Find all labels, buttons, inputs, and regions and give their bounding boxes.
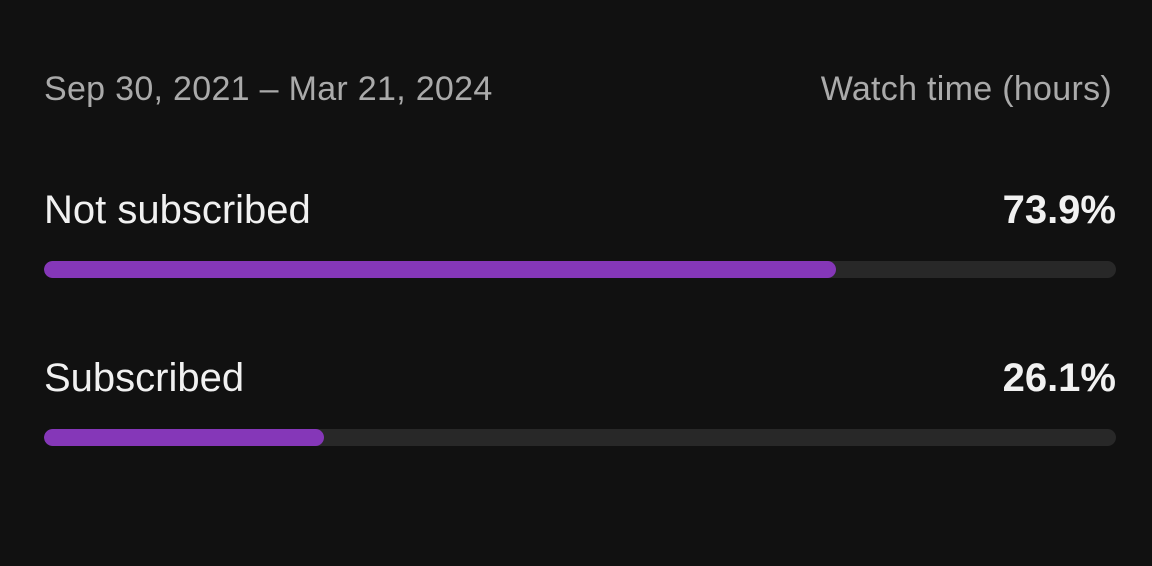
metric-label: Watch time (hours): [820, 70, 1112, 108]
row-percent: 73.9%: [1002, 188, 1116, 232]
row-percent: 26.1%: [1002, 356, 1116, 400]
date-range: Sep 30, 2021 – Mar 21, 2024: [44, 70, 493, 108]
list-item: Subscribed 26.1%: [44, 356, 1116, 446]
progress-fill: [44, 429, 324, 446]
row-label: Not subscribed: [44, 188, 311, 232]
list-item: Not subscribed 73.9%: [44, 188, 1116, 278]
progress-fill: [44, 261, 837, 278]
row-label: Subscribed: [44, 356, 245, 400]
progress-track: [44, 261, 1116, 278]
subscription-status-card: Sep 30, 2021 – Mar 21, 2024 Watch time (…: [0, 0, 1152, 566]
progress-track: [44, 429, 1116, 446]
card-header: Sep 30, 2021 – Mar 21, 2024 Watch time (…: [44, 70, 1112, 109]
